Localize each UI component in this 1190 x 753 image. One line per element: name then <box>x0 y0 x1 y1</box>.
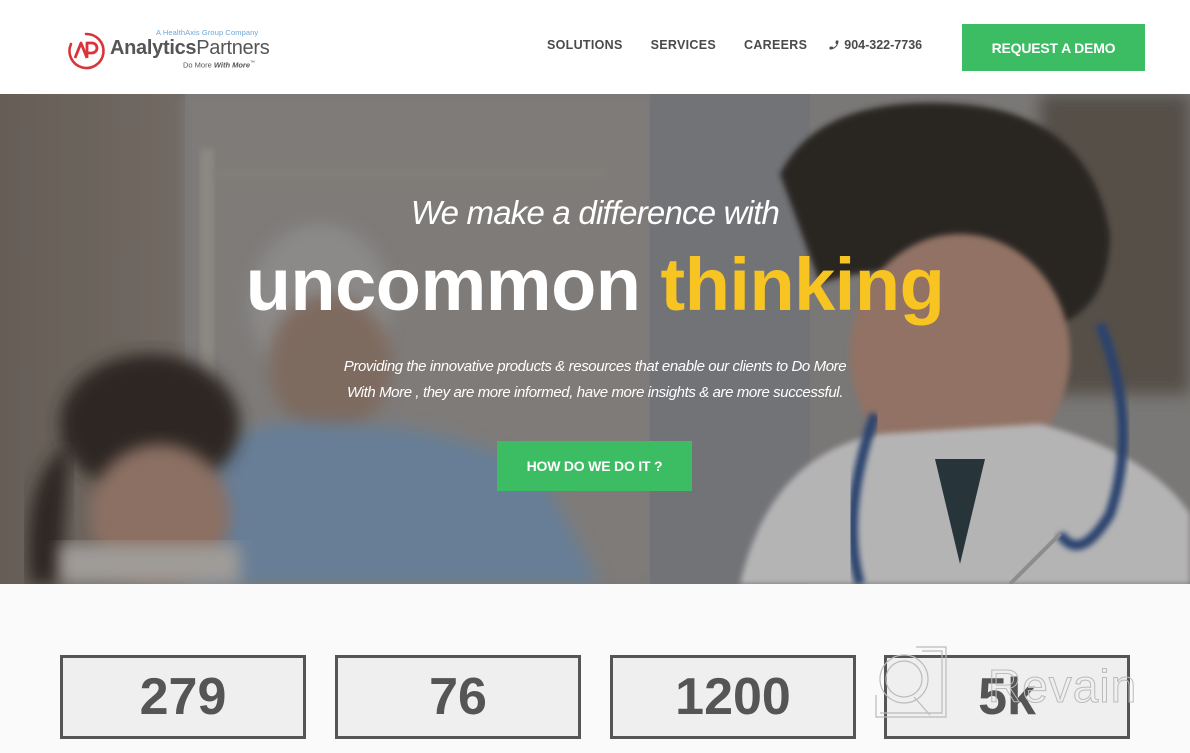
nav-item-solutions[interactable]: SOLUTIONS <box>547 38 623 52</box>
main-nav: SOLUTIONS SERVICES CAREERS 904-322-7736 <box>547 38 922 52</box>
phone-link[interactable]: 904-322-7736 <box>828 38 922 52</box>
stat-box: 279 <box>60 655 306 739</box>
hero-title-accent: thinking <box>660 243 945 326</box>
logo-mark-icon <box>68 32 105 70</box>
logo-tagline-bottom: Do More With More™ <box>183 60 255 70</box>
logo-name: AnalyticsPartners <box>110 37 270 60</box>
request-demo-button[interactable]: REQUEST A DEMO <box>962 24 1145 71</box>
logo-tagline-bold: With More <box>213 60 251 70</box>
hero-description: Providing the innovative products & reso… <box>0 354 1190 406</box>
logo-tagline-top: A HealthAxis Group Company <box>156 28 259 37</box>
site-header: A HealthAxis Group Company AnalyticsPart… <box>0 0 1190 94</box>
hero-description-line-2: With More , they are more informed, have… <box>347 384 843 401</box>
hero-subtitle: We make a difference with <box>410 194 780 231</box>
stat-box: 76 <box>335 655 581 739</box>
hero-description-line-1: Providing the innovative products & reso… <box>343 358 847 375</box>
nav-item-careers[interactable]: CAREERS <box>744 38 807 52</box>
stat-box: 5k <box>884 655 1130 739</box>
stat-box: 1200 <box>610 655 856 739</box>
stats-section: 279 76 1200 5k <box>0 584 1190 753</box>
hero-title: uncommon thinking <box>0 242 1190 327</box>
hero-section: We make a difference with uncommon think… <box>0 94 1190 584</box>
how-do-we-do-it-button[interactable]: HOW DO WE DO IT ? <box>497 441 692 491</box>
hero-overlay <box>0 94 1190 584</box>
phone-icon <box>829 40 839 50</box>
trademark-mark: ™ <box>250 60 256 66</box>
logo[interactable]: A HealthAxis Group Company AnalyticsPart… <box>66 28 276 72</box>
logo-tagline-regular: Do More <box>183 60 214 70</box>
phone-number: 904-322-7736 <box>844 38 923 52</box>
nav-item-services[interactable]: SERVICES <box>651 38 716 52</box>
hero-title-main: uncommon <box>245 243 641 326</box>
logo-name-regular: Partners <box>196 37 270 59</box>
logo-name-bold: Analytics <box>110 37 197 59</box>
